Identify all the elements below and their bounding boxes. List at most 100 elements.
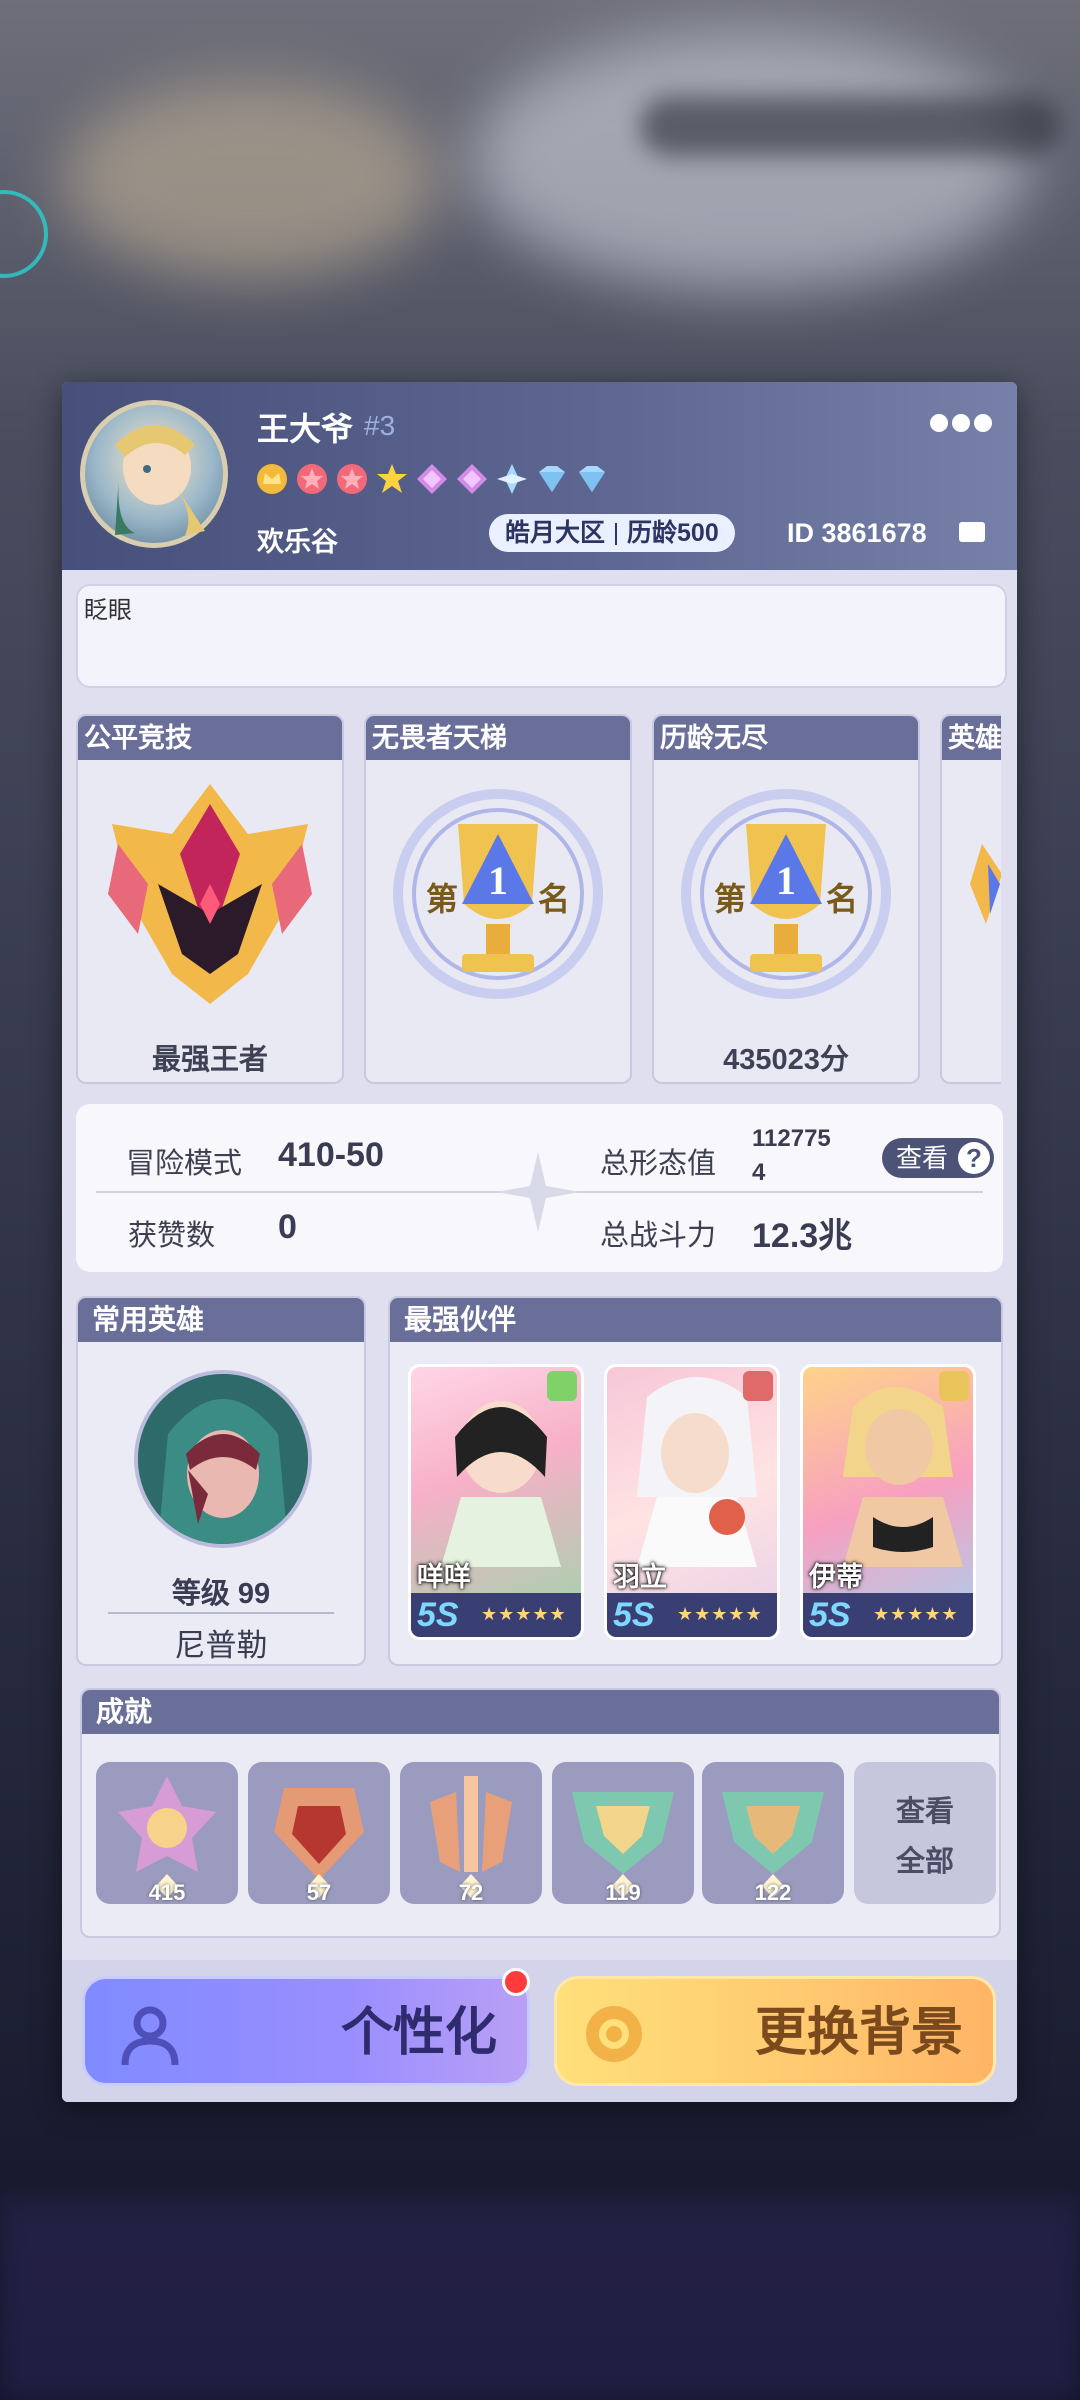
partial-emblem-icon [970, 844, 1001, 924]
form-value-line1: 112775 [752, 1125, 831, 1152]
dot-icon [930, 414, 948, 432]
partner-name: 咩咩 [417, 1562, 471, 1592]
rank-card-hero[interactable]: 英雄 [940, 714, 1001, 1084]
rank-card-title: 无畏者天梯 [366, 716, 630, 760]
rank-card-endless[interactable]: 历龄无尽 1 第 名 435023分 [652, 714, 920, 1084]
change-background-label: 更换背景 [754, 2005, 963, 2062]
server-badge: 皓月大区 历龄500 [489, 514, 735, 552]
achievements-panel: 成就 415 57 72 119 122 查看 全部 [80, 1688, 1001, 1938]
faction-icon [743, 1371, 773, 1401]
view-all-achievements-button[interactable]: 查看 全部 [854, 1762, 996, 1904]
dot-icon [974, 414, 992, 432]
player-region: 欢乐谷 [257, 527, 338, 557]
adventure-value: 410-50 [278, 1136, 384, 1174]
achievement-count: 57 [306, 1880, 332, 1905]
background-ring [0, 190, 48, 278]
player-avatar[interactable] [80, 400, 228, 548]
trophy-ming: 名 [538, 881, 570, 917]
achievement-badge[interactable]: 57 [248, 1762, 390, 1905]
rank-cards-row[interactable]: 公平竞技 最强王者 无畏者天梯 1 第 名 历龄无尽 1 第 名 435023分… [76, 714, 1001, 1086]
likes-label: 获赞数 [128, 1220, 216, 1252]
diamond-medal-icon [497, 464, 527, 494]
partner-card[interactable]: 伊蒂 5S ★★★★★ [800, 1364, 976, 1640]
trophy-first-icon: 1 第 名 [681, 789, 891, 999]
diamond-medal-icon [579, 466, 605, 492]
partner-name: 伊蒂 [809, 1562, 863, 1592]
partner-stars: ★★★★★ [677, 1604, 763, 1624]
signature-text: 眨眼 [84, 597, 132, 624]
change-background-button[interactable]: 更换背景 [554, 1976, 996, 2086]
achievement-badge[interactable]: 122 [702, 1762, 844, 1905]
account-age: 历龄500 [627, 519, 719, 547]
rank-card-value: 435023分 [723, 1044, 849, 1076]
view-label: 查看 [896, 1143, 949, 1173]
profile-panel: 王大爷 #3 欢乐谷 皓月大区历龄500 ID 3861678 眨眼 公平竞技 [62, 382, 1017, 2102]
achievement-count: 415 [148, 1880, 186, 1905]
signature-box[interactable]: 眨眼 [76, 584, 1007, 688]
trophy-di: 第 [714, 881, 746, 917]
partner-name: 羽立 [613, 1562, 667, 1592]
partner-card[interactable]: 羽立 5S ★★★★★ [604, 1364, 780, 1640]
player-number: #3 [364, 410, 396, 441]
more-options-button[interactable] [930, 412, 992, 434]
rank-card-value: 最强王者 [151, 1044, 268, 1076]
view-all-line2: 全部 [895, 1846, 954, 1878]
common-hero-avatar[interactable] [134, 1370, 312, 1548]
rank-card-title: 历龄无尽 [654, 716, 918, 760]
star-medal-icon [297, 464, 327, 494]
best-partners-panel: 最强伙伴 咩咩 5S ★★★★★ 羽立 5S ★★★★★ 伊蒂 5S ★★★★★ [388, 1296, 1003, 1666]
partner-stars: ★★★★★ [873, 1604, 959, 1624]
hero-divider [108, 1612, 334, 1614]
stats-panel: 冒险模式 410-50 获赞数 0 总形态值 112775 4 查看 ? 总战斗… [76, 1104, 1003, 1272]
notification-dot [502, 1968, 530, 1996]
view-stats-button[interactable]: 查看 ? [882, 1138, 994, 1178]
star-medal-icon [337, 464, 367, 494]
common-hero-level: 等级 99 [171, 1578, 271, 1610]
likes-value: 0 [278, 1208, 297, 1246]
dot-icon [952, 414, 970, 432]
common-hero-panel[interactable]: 常用英雄 等级 99 尼普勒 [76, 1296, 366, 1666]
player-id: ID 3861678 [787, 518, 927, 548]
background-blur [0, 2200, 1080, 2400]
star-medal-icon [377, 464, 407, 493]
rank-card-title: 公平竞技 [78, 716, 342, 760]
player-name: 王大爷 [257, 411, 354, 447]
form-label: 总形态值 [600, 1148, 717, 1180]
form-value-line2: 4 [752, 1159, 766, 1186]
profile-header: 王大爷 #3 欢乐谷 皓月大区 历龄500 ID 3861678 [62, 382, 1017, 570]
achievement-badge[interactable]: 415 [96, 1762, 238, 1905]
background-blur [60, 80, 440, 280]
faction-icon [547, 1371, 577, 1401]
partners-title: 最强伙伴 [390, 1298, 1001, 1342]
personalize-button[interactable]: 个性化 [82, 1976, 530, 2086]
background-blur [640, 96, 1060, 156]
diamond-medal-icon [417, 464, 447, 494]
bottom-action-bar: 个性化 更换背景 [62, 1960, 1017, 2102]
trophy-number: 1 [776, 858, 796, 903]
view-all-line1: 查看 [895, 1796, 954, 1828]
rank-card-ladder[interactable]: 无畏者天梯 1 第 名 [364, 714, 632, 1084]
achievement-count: 72 [458, 1880, 484, 1905]
trophy-first-icon: 1 第 名 [393, 789, 603, 999]
copy-id-icon[interactable] [959, 522, 985, 542]
form-value: 112775 4 [752, 1122, 852, 1190]
server-name: 皓月大区 [505, 519, 606, 547]
achievements-title: 成就 [82, 1690, 999, 1734]
common-hero-name: 尼普勒 [174, 1628, 268, 1663]
trophy-ming: 名 [826, 881, 858, 917]
stats-divider-decoration [96, 1152, 983, 1232]
partner-stars: ★★★★★ [481, 1604, 567, 1624]
common-hero-title: 常用英雄 [78, 1298, 364, 1342]
achievement-badge[interactable]: 119 [552, 1762, 694, 1905]
power-label: 总战斗力 [600, 1220, 717, 1252]
background-blur [470, 30, 1030, 290]
trophy-di: 第 [426, 881, 458, 917]
diamond-medal-icon [457, 464, 487, 494]
user-icon [121, 2006, 179, 2066]
adventure-label: 冒险模式 [126, 1148, 243, 1180]
rank-card-fair-arena[interactable]: 公平竞技 最强王者 [76, 714, 344, 1084]
partner-card[interactable]: 咩咩 5S ★★★★★ [408, 1364, 584, 1640]
achievement-badge[interactable]: 72 [400, 1762, 542, 1905]
help-icon: ? [958, 1142, 990, 1174]
crown-medal-icon [257, 464, 287, 494]
